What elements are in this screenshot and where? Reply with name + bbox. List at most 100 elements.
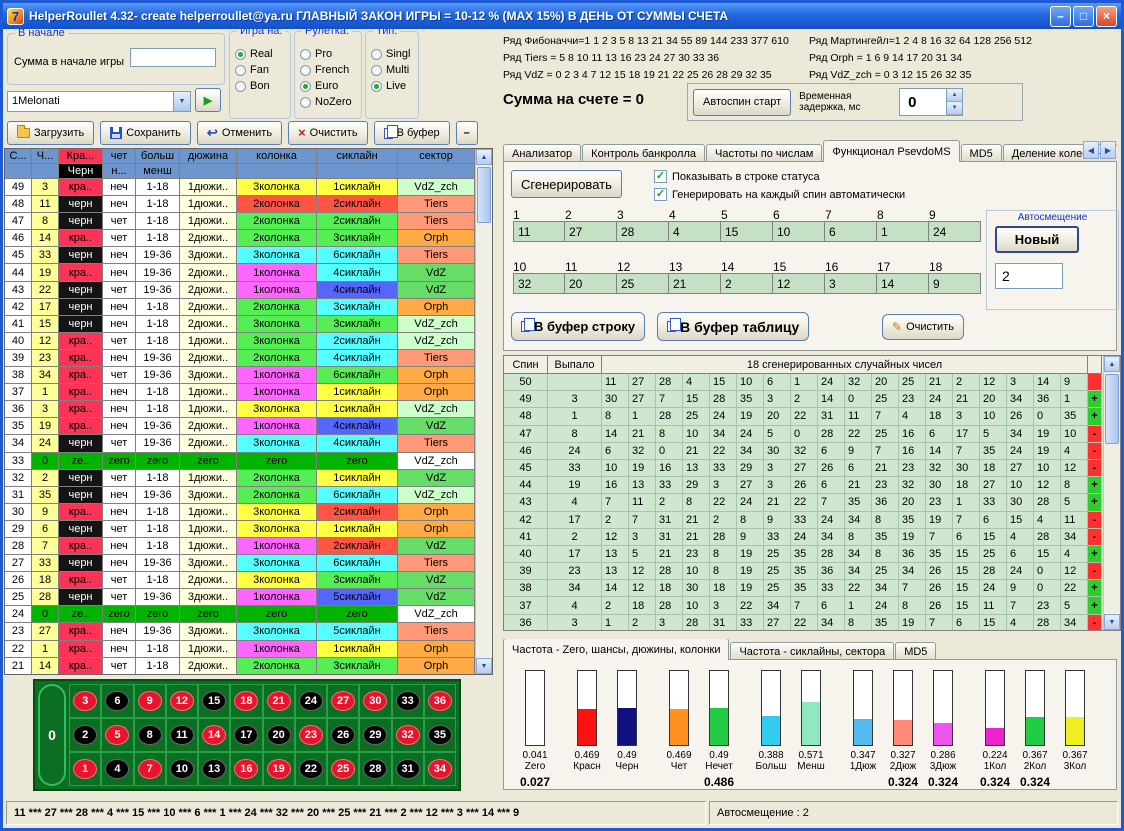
board-cell[interactable]: 34: [424, 752, 456, 786]
scroll-up-icon[interactable]: ▲: [476, 149, 492, 165]
board-cell[interactable]: 33: [392, 684, 424, 718]
board-number-chip: 2: [73, 725, 97, 745]
color-cell: черн: [59, 470, 103, 487]
board-cell[interactable]: 3: [69, 684, 101, 718]
radio-French[interactable]: French: [300, 64, 359, 76]
board-cell[interactable]: 32: [392, 718, 424, 752]
grid-header-cell: 1: [513, 208, 565, 222]
radio-NoZero[interactable]: NoZero: [300, 96, 359, 108]
board-cell[interactable]: 23: [295, 718, 327, 752]
radio-Pro[interactable]: Pro: [300, 48, 359, 60]
main-tab[interactable]: Функционал PsevdoMS: [823, 140, 959, 162]
board-cell[interactable]: 10: [166, 752, 198, 786]
scroll-down-icon[interactable]: ▼: [1104, 614, 1120, 630]
board-cell[interactable]: 24: [295, 684, 327, 718]
radio-Fan[interactable]: Fan: [235, 64, 288, 76]
board-cell[interactable]: 14: [198, 718, 230, 752]
gauge-total: [625, 775, 628, 789]
scroll-down-icon[interactable]: ▼: [476, 658, 492, 674]
board-zero[interactable]: 0: [38, 684, 66, 786]
scrollbar-thumb[interactable]: [1105, 374, 1119, 444]
generated-number: 5: [1061, 597, 1088, 614]
history-scrollbar[interactable]: ▲ ▼: [475, 149, 492, 674]
play-button[interactable]: ▶: [195, 88, 221, 112]
board-cell[interactable]: 11: [166, 718, 198, 752]
board-cell[interactable]: 17: [230, 718, 262, 752]
collapse-button[interactable]: –: [456, 121, 478, 145]
board-cell[interactable]: 20: [263, 718, 295, 752]
board-cell[interactable]: 29: [359, 718, 391, 752]
new-button[interactable]: Новый: [995, 226, 1079, 253]
fell-cell: 34: [548, 580, 602, 597]
radio-Live[interactable]: Live: [371, 80, 416, 92]
main-tab[interactable]: Анализатор: [503, 144, 581, 162]
board-cell[interactable]: 27: [327, 684, 359, 718]
radio-Singl[interactable]: Singl: [371, 48, 416, 60]
autospin-start-button[interactable]: Автоспин старт: [693, 89, 791, 116]
delay-value[interactable]: 0: [900, 89, 946, 115]
column-cell: 2колонка: [237, 487, 317, 504]
board-cell[interactable]: 4: [101, 752, 133, 786]
board-cell[interactable]: 30: [359, 684, 391, 718]
board-cell[interactable]: 28: [359, 752, 391, 786]
start-sum-input[interactable]: [130, 48, 216, 67]
board-cell[interactable]: 35: [424, 718, 456, 752]
board-cell[interactable]: 26: [327, 718, 359, 752]
autoshift-input[interactable]: [995, 263, 1063, 289]
chevron-down-icon[interactable]: ▼: [173, 92, 190, 111]
copy-row-button[interactable]: В буфер строку: [511, 312, 645, 341]
autogenerate-checkbox[interactable]: ✓ Генерировать на каждый спин автоматиче…: [654, 188, 905, 201]
board-cell[interactable]: 8: [134, 718, 166, 752]
radio-Multi[interactable]: Multi: [371, 64, 416, 76]
generated-number: 2: [602, 597, 629, 614]
board-cell[interactable]: 25: [327, 752, 359, 786]
freq-tab[interactable]: MD5: [895, 642, 936, 660]
tab-scroll-left-icon[interactable]: ◀: [1083, 141, 1099, 159]
board-cell[interactable]: 16: [230, 752, 262, 786]
color-cell: кра..: [59, 658, 103, 674]
tab-scroll-right-icon[interactable]: ▶: [1100, 141, 1116, 159]
toolbar-load-button[interactable]: Загрузить: [7, 121, 94, 145]
freq-tab[interactable]: Частота - сиклайны, сектора: [730, 642, 894, 660]
maximize-button[interactable]: □: [1073, 6, 1094, 27]
radio-Euro[interactable]: Euro: [300, 80, 359, 92]
spin-table-scrollbar[interactable]: ▲ ▼: [1103, 356, 1120, 630]
spinner-down-icon[interactable]: ▼: [947, 102, 962, 115]
radio-Real[interactable]: Real: [235, 48, 288, 60]
column-cell: 1колонка: [237, 589, 317, 606]
toolbar-clear-button[interactable]: ×Очистить: [288, 121, 367, 145]
minimize-button[interactable]: –: [1050, 6, 1071, 27]
preset-combobox[interactable]: 1Melonati ▼: [7, 91, 191, 112]
spinner-up-icon[interactable]: ▲: [947, 89, 962, 102]
freq-tab[interactable]: Частота - Zero, шансы, дюжины, колонки: [503, 639, 729, 660]
board-cell[interactable]: 21: [263, 684, 295, 718]
board-cell[interactable]: 22: [295, 752, 327, 786]
board-cell[interactable]: 18: [230, 684, 262, 718]
board-cell[interactable]: 6: [101, 684, 133, 718]
board-cell[interactable]: 1: [69, 752, 101, 786]
board-cell[interactable]: 12: [166, 684, 198, 718]
board-cell[interactable]: 5: [101, 718, 133, 752]
toolbar-copy-button[interactable]: В буфер: [374, 121, 450, 145]
board-cell[interactable]: 36: [424, 684, 456, 718]
main-tab[interactable]: MD5: [961, 144, 1002, 162]
board-cell[interactable]: 9: [134, 684, 166, 718]
board-cell[interactable]: 2: [69, 718, 101, 752]
generate-button[interactable]: Сгенерировать: [511, 170, 622, 198]
toolbar-save-button[interactable]: Сохранить: [100, 121, 191, 145]
board-cell[interactable]: 19: [263, 752, 295, 786]
main-tab[interactable]: Контроль банкролла: [582, 144, 705, 162]
clear-generated-button[interactable]: ✎ Очистить: [882, 314, 964, 340]
toolbar-undo-button[interactable]: ↩Отменить: [197, 121, 282, 145]
board-cell[interactable]: 31: [392, 752, 424, 786]
board-cell[interactable]: 15: [198, 684, 230, 718]
close-button[interactable]: ×: [1096, 6, 1117, 27]
main-tab[interactable]: Частоты по числам: [706, 144, 822, 162]
scrollbar-thumb[interactable]: [477, 167, 491, 223]
board-cell[interactable]: 13: [198, 752, 230, 786]
scroll-up-icon[interactable]: ▲: [1104, 356, 1120, 372]
copy-table-button[interactable]: В буфер таблицу: [657, 312, 809, 341]
status-line-checkbox[interactable]: ✓ Показывать в строке статуса: [654, 170, 820, 183]
board-cell[interactable]: 7: [134, 752, 166, 786]
radio-Bon[interactable]: Bon: [235, 80, 288, 92]
